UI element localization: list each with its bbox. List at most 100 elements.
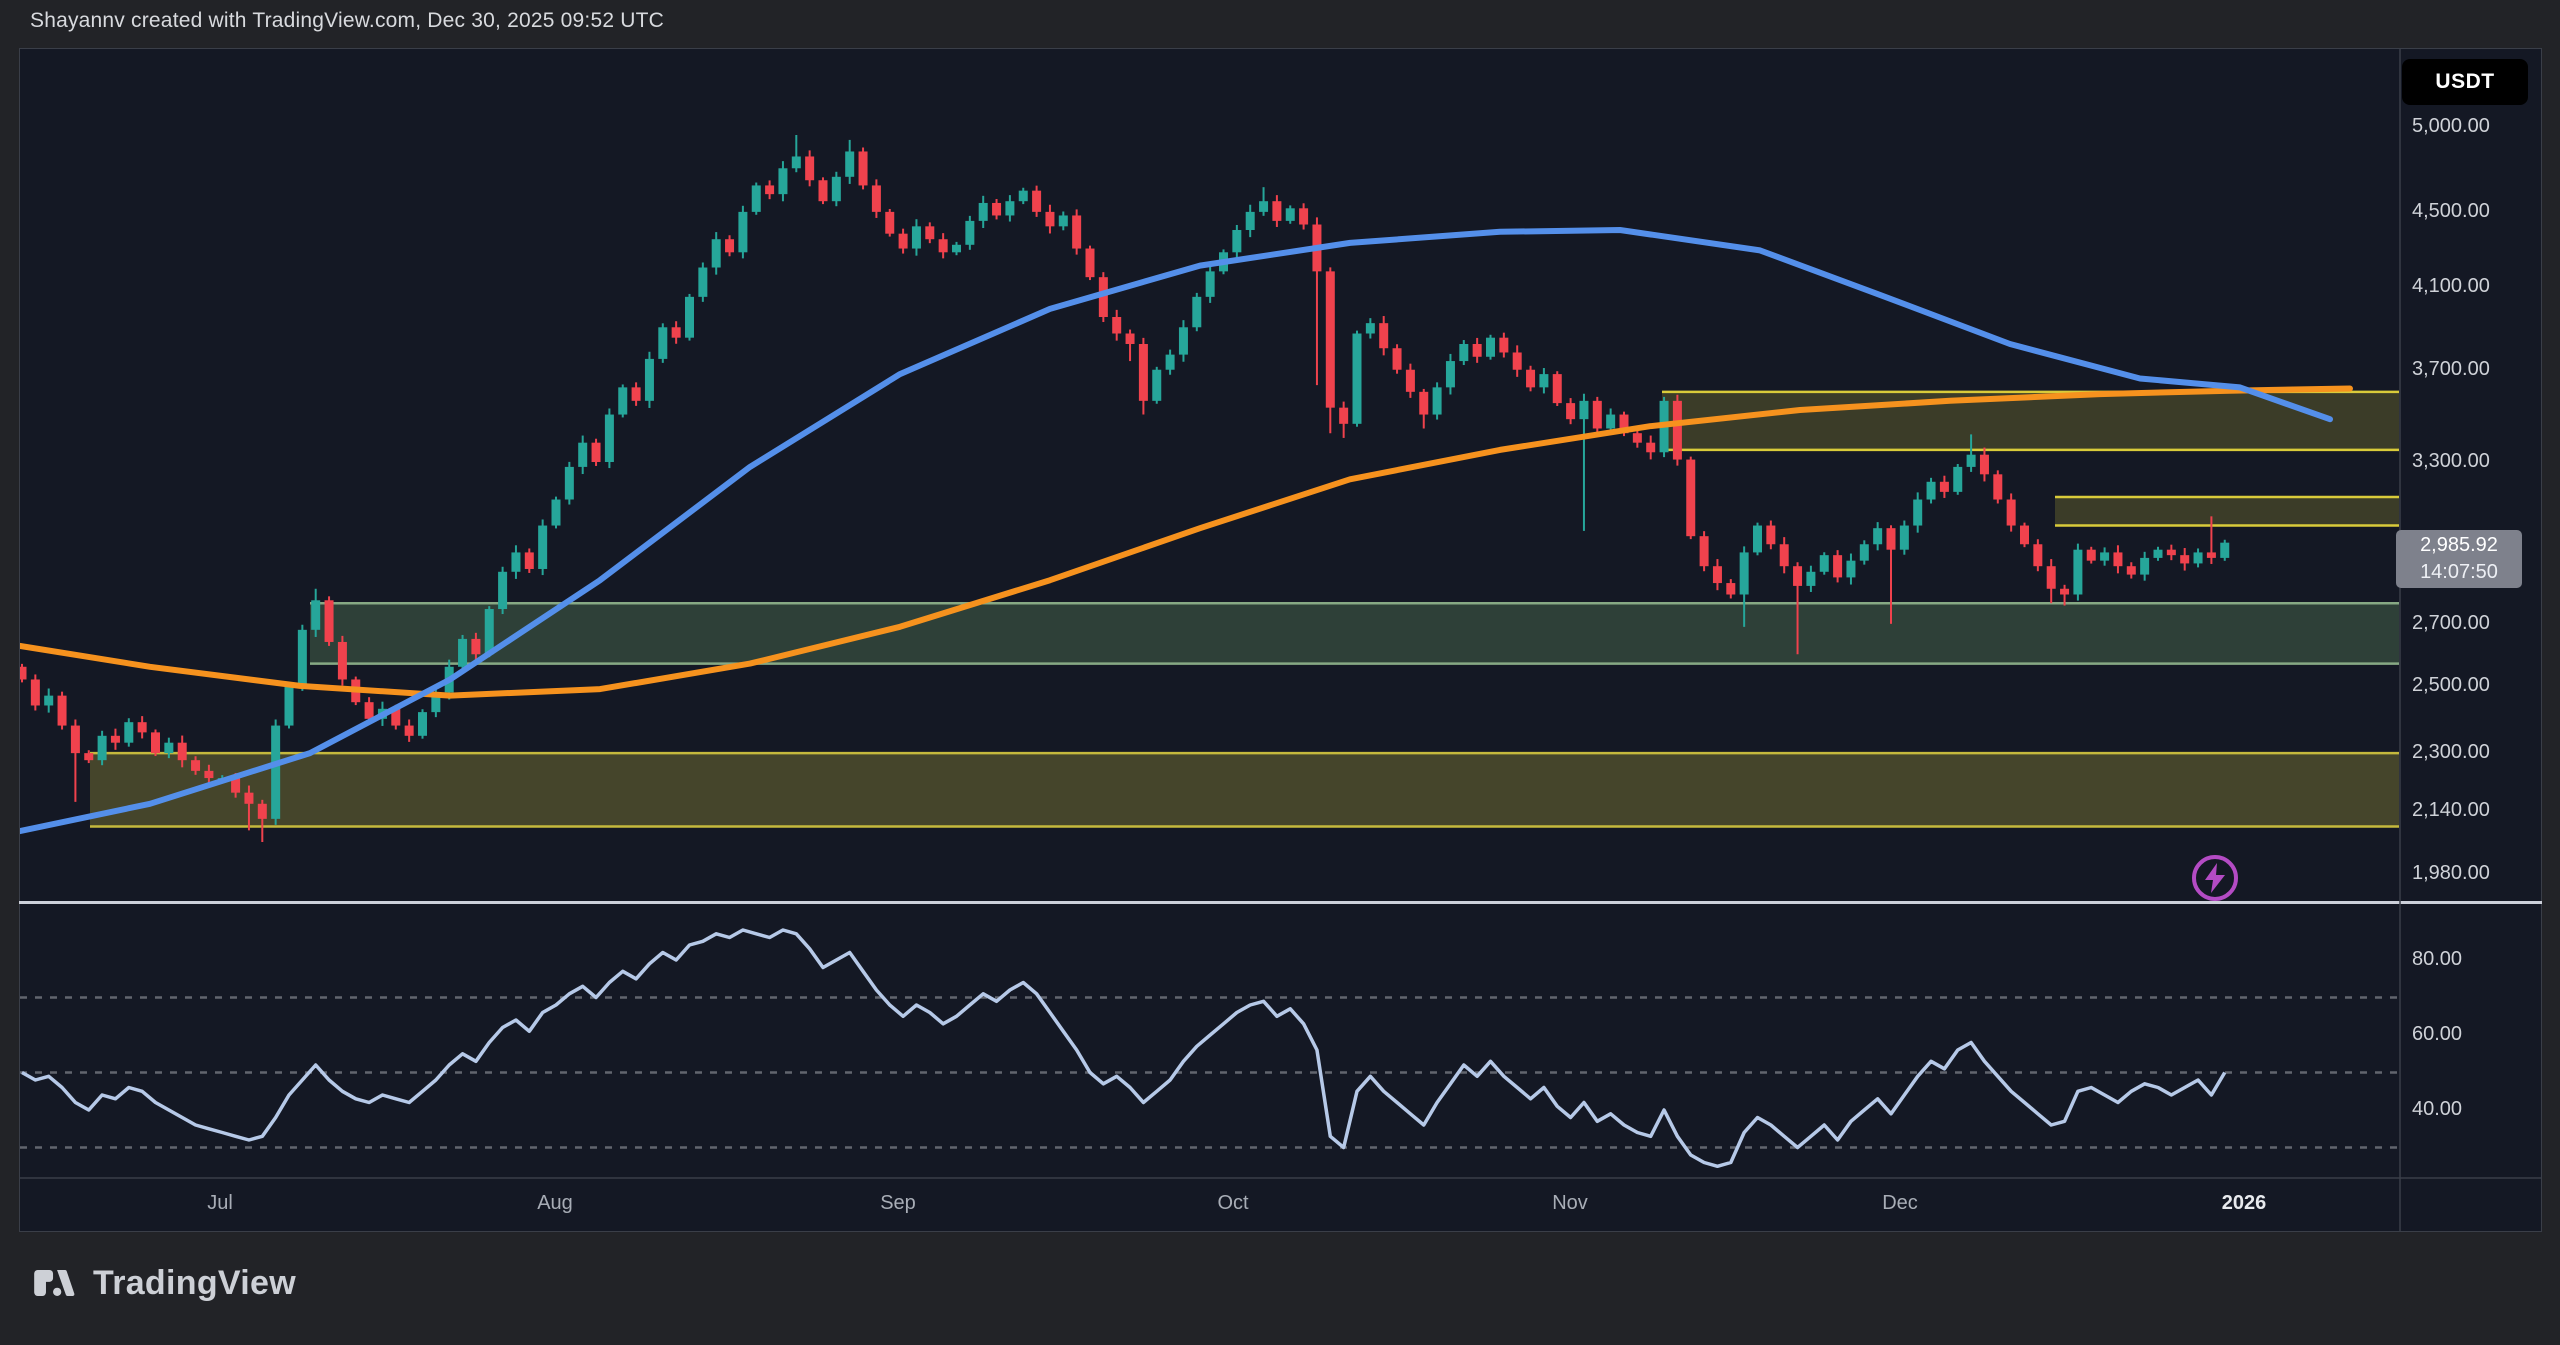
chart-canvas[interactable] [0,0,2560,1345]
candle-body [44,696,53,706]
candle-body [872,185,881,211]
time-tick-label: Jul [207,1192,233,1215]
candle-body [885,212,894,234]
resistance-zone-lower [2055,497,2400,526]
candle-body [18,667,27,680]
candle-body [939,239,948,252]
candle-body [992,203,1001,216]
candle-body [578,443,587,467]
candle-body [2100,552,2109,560]
candle-body [1339,408,1348,424]
candle-body [285,686,294,726]
candle-body [1780,544,1789,566]
candle-body [2087,550,2096,561]
candle-body [31,679,40,705]
time-tick-label: Dec [1882,1192,1918,1215]
candle-body [738,212,747,252]
candle-body [2207,552,2216,557]
candle-body [1086,249,1095,278]
candle-body [819,180,828,201]
candle-body [1833,555,1842,577]
tradingview-logo[interactable]: TradingView [33,1260,296,1306]
candle-body [1740,552,1749,594]
candle-body [2220,543,2229,558]
candle-body [1513,352,1522,369]
candle-body [965,221,974,245]
candle-body [178,743,187,760]
candle-body [84,753,93,760]
candle-body [2180,555,2189,563]
price-tick-label: 2,700.00 [2412,612,2490,635]
bar-countdown: 14:07:50 [2420,559,2498,586]
candle-body [71,726,80,754]
candle-body [1967,455,1976,467]
candle-body [979,203,988,221]
price-tick-label: 3,700.00 [2412,358,2490,381]
candle-body [458,639,467,667]
candle-body [552,500,561,526]
time-tick-label: Nov [1552,1192,1588,1215]
candle-body [1272,201,1281,221]
price-tick-label: 1,980.00 [2412,862,2490,885]
candle-body [1446,361,1455,387]
candle-body [2020,526,2029,545]
rsi-pane[interactable] [20,930,2400,1166]
candle-body [618,387,627,414]
candle-body [1593,401,1602,429]
candle-body [1166,355,1175,370]
candle-body [1072,215,1081,248]
last-price-label: 2,985.92 14:07:50 [2396,530,2522,588]
candle-body [685,297,694,338]
candle-body [1059,215,1068,226]
candle-body [325,600,334,642]
candle-body [925,226,934,239]
candle-body [1379,323,1388,348]
candle-body [1793,566,1802,586]
last-price-value: 2,985.92 [2420,532,2498,559]
candle-body [1299,208,1308,224]
candle-body [151,732,160,753]
candle-body [592,443,601,462]
candle-body [1419,392,1428,415]
candle-body [1646,443,1655,453]
candle-body [2167,550,2176,555]
candle-body [1860,544,1869,560]
candle-body [471,639,480,654]
candle-body [311,600,320,630]
price-pane[interactable] [14,135,2400,842]
candle-body [2154,550,2163,558]
pane-separator[interactable] [19,901,2542,904]
tradingview-wordmark: TradingView [93,1264,296,1303]
candle-body [1766,526,1775,545]
candle-body [244,793,253,804]
candle-body [2007,500,2016,526]
price-tick-label: 4,500.00 [2412,200,2490,223]
candle-body [1326,271,1335,407]
support-zone-green [310,603,2400,663]
candle-body [1499,338,1508,353]
candle-body [1232,230,1241,252]
support-zone-olive [90,753,2400,826]
candle-body [1993,474,2002,499]
candle-body [2073,550,2082,595]
currency-badge: USDT [2402,59,2528,105]
candle-body [1393,348,1402,370]
lightning-bolt-icon[interactable] [2192,855,2238,901]
candle-body [204,771,213,778]
candle-body [1139,344,1148,401]
price-tick-label: 2,140.00 [2412,799,2490,822]
time-tick-label: Oct [1217,1192,1248,1215]
candle-body [1433,387,1442,414]
candle-body [1953,467,1962,492]
candle-body [1206,271,1215,296]
candle-body [1633,433,1642,442]
candle-body [1927,482,1936,500]
candle-body [1179,327,1188,354]
candle-body [1152,370,1161,401]
candle-body [1406,370,1415,392]
candle-body [1726,583,1735,594]
time-tick-label: Aug [537,1192,573,1215]
candle-body [899,234,908,249]
rsi-tick-label: 60.00 [2412,1023,2462,1046]
candle-body [2033,544,2042,566]
